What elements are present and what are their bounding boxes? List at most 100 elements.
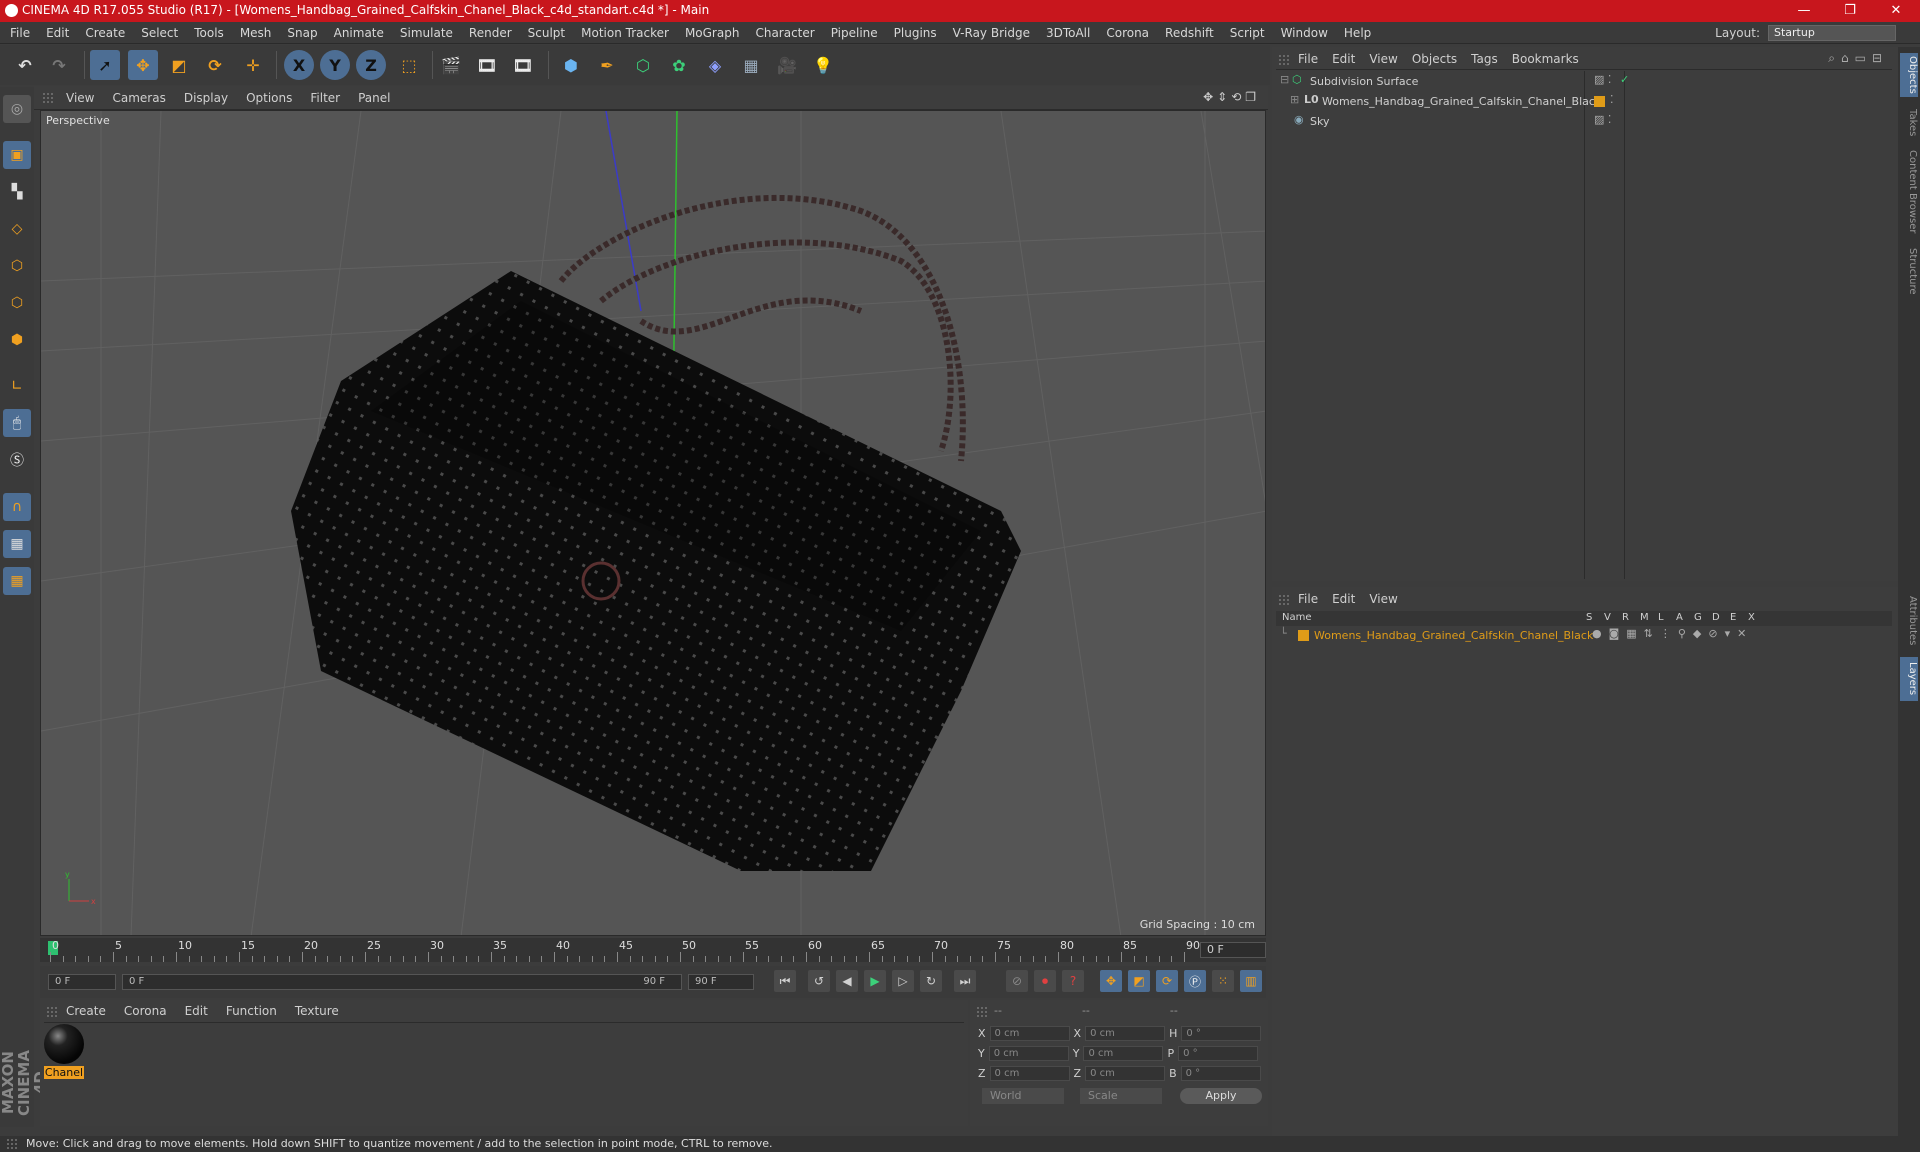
current-frame-field[interactable]: 0 F [1200, 942, 1266, 958]
key-parameter-icon[interactable]: Ⓟ [1184, 970, 1206, 992]
model-mode-icon[interactable]: ▣ [3, 141, 31, 169]
axis-mode-icon[interactable]: ∟ [3, 372, 31, 400]
viewport-menu-filter[interactable]: Filter [310, 91, 340, 105]
enabled-check-icon[interactable]: ✓ [1620, 73, 1629, 86]
transform-tool-icon[interactable]: ✛ [238, 50, 268, 80]
light-icon[interactable]: 💡 [808, 50, 838, 80]
object-menu-file[interactable]: File [1298, 52, 1318, 66]
object-menu-bookmarks[interactable]: Bookmarks [1512, 52, 1579, 66]
rotation-b-field[interactable]: 0 ° [1180, 1066, 1261, 1081]
menu-redshift[interactable]: Redshift [1165, 26, 1214, 40]
layer-flag-icons[interactable]: ●◙▦⇅⋮⚲◆⊘▾✕ [1592, 627, 1753, 640]
menu-mograph[interactable]: MoGraph [685, 26, 740, 40]
size-x-field[interactable]: 0 cm [1085, 1026, 1166, 1041]
layout-dropdown[interactable]: Startup [1768, 25, 1896, 41]
viewport-nav-icons[interactable]: ✥⇕⟲❐ [1203, 90, 1260, 104]
menu-motion-tracker[interactable]: Motion Tracker [581, 26, 669, 40]
menu-v-ray-bridge[interactable]: V-Ray Bridge [953, 26, 1030, 40]
visibility-toggle-icon[interactable]: ▨ ⁚ [1594, 73, 1611, 86]
solo-mode-icon[interactable]: Ⓢ [3, 446, 31, 474]
frame-range-slider[interactable]: 0 F 90 F [122, 974, 682, 990]
menu-script[interactable]: Script [1230, 26, 1265, 40]
size-z-field[interactable]: 0 cm [1085, 1066, 1166, 1081]
viewport-menu-cameras[interactable]: Cameras [112, 91, 165, 105]
menu-simulate[interactable]: Simulate [400, 26, 453, 40]
menu-tools[interactable]: Tools [194, 26, 224, 40]
menu-sculpt[interactable]: Sculpt [528, 26, 565, 40]
tab-attributes[interactable]: Attributes [1900, 591, 1918, 651]
3d-viewport[interactable]: y x Perspective Grid Spacing : 10 cm [40, 110, 1266, 936]
object-row-handbag[interactable]: ⊞ L0 Womens_Handbag_Grained_Calfskin_Cha… [1276, 93, 1892, 111]
subdivision-surface-icon[interactable]: ⬡ [628, 50, 658, 80]
apply-button[interactable]: Apply [1180, 1088, 1262, 1104]
previous-frame-icon[interactable]: ◀ [836, 970, 858, 992]
menu-plugins[interactable]: Plugins [894, 26, 937, 40]
pen-spline-icon[interactable]: ✒ [592, 50, 622, 80]
minimize-button[interactable]: — [1784, 0, 1824, 22]
coordinate-system-icon[interactable]: ⬚ [394, 50, 424, 80]
rotate-tool-icon[interactable]: ⟳ [200, 50, 230, 80]
workplane-lock-icon[interactable]: ▦ [3, 530, 31, 558]
material-swatch-chanel[interactable]: Chanel [44, 1024, 84, 1080]
material-menu-edit[interactable]: Edit [185, 1004, 208, 1018]
next-keyframe-icon[interactable]: ↻ [920, 970, 942, 992]
menu-select[interactable]: Select [141, 26, 178, 40]
planar-workplane-icon[interactable]: ▦ [3, 567, 31, 595]
snap-magnet-icon[interactable]: ∩ [3, 493, 31, 521]
menu-help[interactable]: Help [1344, 26, 1371, 40]
go-to-end-icon[interactable]: ⏭ [954, 970, 976, 992]
workplane-mode-icon[interactable]: ◇ [3, 215, 31, 243]
tab-layers[interactable]: Layers [1900, 657, 1918, 701]
menu-window[interactable]: Window [1281, 26, 1328, 40]
next-frame-icon[interactable]: ▷ [892, 970, 914, 992]
menu-3dtoall[interactable]: 3DToAll [1046, 26, 1090, 40]
play-forward-icon[interactable]: ▶ [864, 970, 886, 992]
redo-icon[interactable]: ↷ [44, 50, 74, 80]
layer-row[interactable]: └ Womens_Handbag_Grained_Calfskin_Chanel… [1276, 627, 1892, 645]
scale-tool-icon[interactable]: ◩ [164, 50, 194, 80]
visibility-toggle-icon[interactable]: ▨ ⁚ [1594, 113, 1611, 126]
size-y-field[interactable]: 0 cm [1083, 1046, 1164, 1061]
z-axis-lock[interactable]: Z [356, 50, 386, 80]
tab-content-browser[interactable]: Content Browser [1900, 147, 1918, 237]
viewport-menu-view[interactable]: View [66, 91, 94, 105]
layer-menu-view[interactable]: View [1369, 592, 1397, 606]
maximize-button[interactable]: ❐ [1830, 0, 1870, 22]
tab-structure[interactable]: Structure [1900, 243, 1918, 299]
position-y-field[interactable]: 0 cm [988, 1046, 1069, 1061]
select-tool-icon[interactable]: ➚ [90, 50, 120, 80]
expand-icon[interactable]: ⊟ [1280, 73, 1289, 86]
autokey-icon[interactable]: ? [1062, 970, 1084, 992]
viewport-menu-panel[interactable]: Panel [358, 91, 390, 105]
position-x-field[interactable]: 0 cm [989, 1026, 1070, 1041]
object-menu-view[interactable]: View [1369, 52, 1397, 66]
cube-primitive-icon[interactable]: ⬢ [556, 50, 586, 80]
close-button[interactable]: ✕ [1876, 0, 1916, 22]
render-view-icon[interactable]: 🎬 [436, 50, 466, 80]
object-row-sky[interactable]: ◉ Sky ▨ ⁚ [1276, 113, 1892, 131]
material-menu-create[interactable]: Create [66, 1004, 106, 1018]
menu-corona[interactable]: Corona [1106, 26, 1149, 40]
deformer-icon[interactable]: ◈ [700, 50, 730, 80]
camera-icon[interactable]: 🎥 [772, 50, 802, 80]
position-z-field[interactable]: 0 cm [989, 1066, 1070, 1081]
y-axis-lock[interactable]: Y [320, 50, 350, 80]
layer-color-swatch[interactable] [1594, 96, 1605, 107]
polygon-mode-icon[interactable]: ⬢ [3, 326, 31, 354]
menu-file[interactable]: File [10, 26, 30, 40]
material-menu-corona[interactable]: Corona [124, 1004, 167, 1018]
expand-icon[interactable]: ⊞ [1290, 93, 1299, 106]
end-frame-field[interactable]: 90 F [688, 974, 754, 990]
menu-pipeline[interactable]: Pipeline [831, 26, 878, 40]
x-axis-lock[interactable]: X [284, 50, 314, 80]
make-editable-icon[interactable]: ◎ [3, 95, 31, 123]
motion-record-icon[interactable]: ⊘ [1006, 970, 1028, 992]
rotation-p-field[interactable]: 0 ° [1178, 1046, 1259, 1061]
rotation-h-field[interactable]: 0 ° [1181, 1026, 1262, 1041]
viewport-menu-options[interactable]: Options [246, 91, 292, 105]
go-to-start-icon[interactable]: ⏮ [774, 970, 796, 992]
key-scale-icon[interactable]: ◩ [1128, 970, 1150, 992]
object-menu-tags[interactable]: Tags [1471, 52, 1498, 66]
timeline-window-icon[interactable]: ▥ [1240, 970, 1262, 992]
edge-mode-icon[interactable]: ⬡ [3, 289, 31, 317]
